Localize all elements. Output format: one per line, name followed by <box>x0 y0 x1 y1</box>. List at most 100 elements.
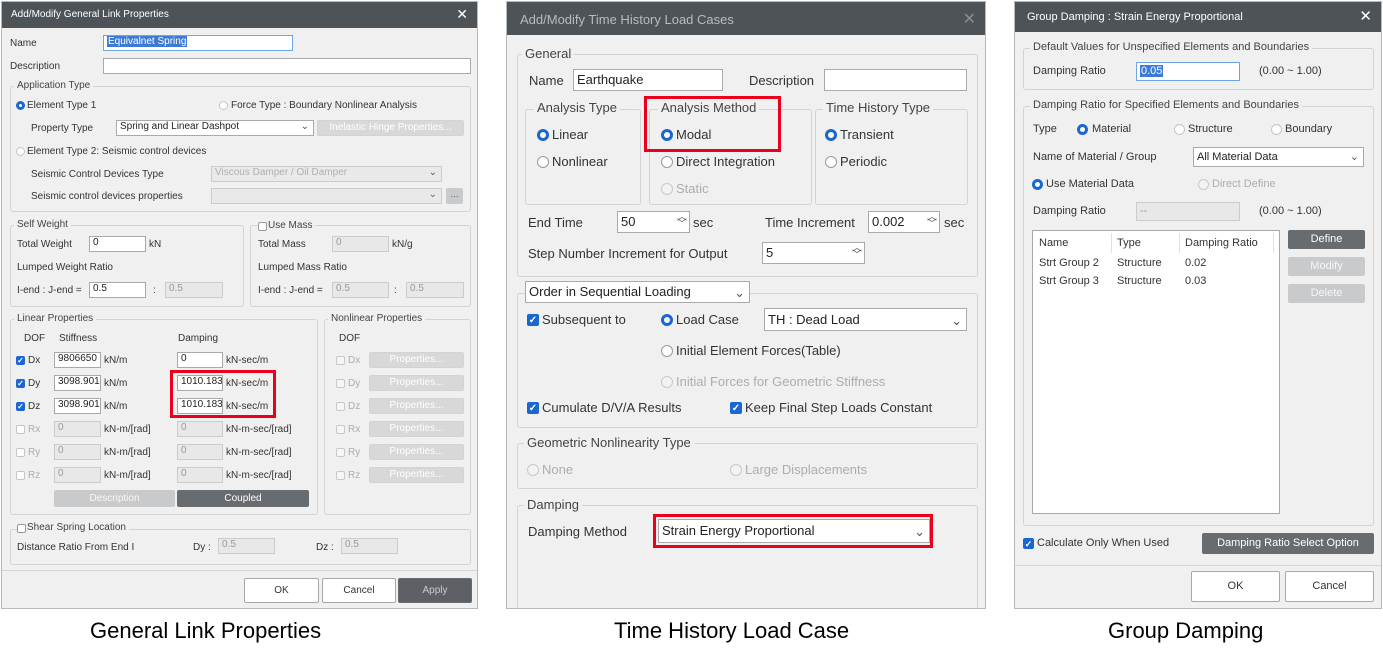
close-icon[interactable]: ✕ <box>963 9 976 29</box>
nl-properties-button[interactable]: Properties... <box>369 421 464 437</box>
large-displacements-radio[interactable] <box>730 464 742 476</box>
coupled-button[interactable]: Coupled <box>177 490 309 507</box>
dof-checkbox[interactable]: ✓ <box>16 402 25 411</box>
load-case-select[interactable]: TH : Dead Load ⌄ <box>764 308 967 331</box>
dof-checkbox[interactable]: ✓ <box>16 379 25 388</box>
cancel-button[interactable]: Cancel <box>322 578 396 603</box>
ok-button[interactable]: OK <box>244 578 319 603</box>
nl-properties-button[interactable]: Properties... <box>369 398 464 414</box>
description-button[interactable]: Description <box>54 490 175 507</box>
keep-final-checkbox[interactable]: ✓ <box>730 402 742 414</box>
initial-geo-radio[interactable] <box>661 376 673 388</box>
description-input[interactable] <box>103 58 471 74</box>
transient-radio[interactable] <box>825 129 837 141</box>
calc-only-checkbox[interactable]: ✓ <box>1023 538 1034 549</box>
apply-button[interactable]: Apply <box>398 578 472 603</box>
dy-input[interactable]: 0.5 <box>218 538 275 554</box>
stiffness-input[interactable]: 0 <box>54 467 101 483</box>
direct-integration-radio[interactable] <box>661 156 673 168</box>
nl-dof-checkbox[interactable] <box>336 425 345 434</box>
list-item-type[interactable]: Structure <box>1117 275 1162 287</box>
property-type-select[interactable]: Spring and Linear Dashpot ⌄ <box>116 120 314 136</box>
damping-input[interactable]: 0 <box>177 421 223 437</box>
stiffness-input[interactable]: 0 <box>54 444 101 460</box>
nl-properties-button[interactable]: Properties... <box>369 467 464 483</box>
dof-checkbox[interactable] <box>16 448 25 457</box>
nl-properties-button[interactable]: Properties... <box>369 375 464 391</box>
periodic-radio[interactable] <box>825 156 837 168</box>
order-sequential-select[interactable]: Order in Sequential Loading ⌄ <box>525 281 750 303</box>
shear-spring-checkbox[interactable] <box>17 524 26 533</box>
load-case-radio[interactable] <box>661 314 673 326</box>
list-item-type[interactable]: Structure <box>1117 257 1162 269</box>
dof-checkbox[interactable] <box>16 425 25 434</box>
nl-dof-checkbox[interactable] <box>336 356 345 365</box>
cancel-button[interactable]: Cancel <box>1285 571 1374 602</box>
use-material-radio[interactable] <box>1032 179 1043 190</box>
mass-iend-input[interactable]: 0.5 <box>332 282 389 298</box>
element-type1-radio[interactable] <box>16 101 25 110</box>
name-input[interactable]: Earthquake <box>573 69 723 91</box>
dof-checkbox[interactable]: ✓ <box>16 356 25 365</box>
scd-type-select[interactable]: Viscous Damper / Oil Damper ⌄ <box>211 166 442 182</box>
direct-define-radio[interactable] <box>1198 179 1209 190</box>
inelastic-hinge-button[interactable]: Inelastic Hinge Properties... <box>317 120 464 136</box>
dz-input[interactable]: 0.5 <box>341 538 398 554</box>
structure-radio[interactable] <box>1174 124 1185 135</box>
initial-element-radio[interactable] <box>661 345 673 357</box>
stiffness-input[interactable]: 0 <box>54 421 101 437</box>
damping-list[interactable]: Name Type Damping Ratio Strt Group 2 Stru… <box>1032 230 1280 514</box>
description-input[interactable] <box>824 69 967 91</box>
element-type2-radio[interactable] <box>16 147 25 156</box>
use-mass-checkbox[interactable] <box>258 222 267 231</box>
nl-dof-checkbox[interactable] <box>336 402 345 411</box>
define-button[interactable]: Define <box>1288 230 1365 249</box>
cumulate-checkbox[interactable]: ✓ <box>527 402 539 414</box>
ok-button[interactable]: OK <box>1191 571 1280 602</box>
time-increment-input[interactable]: 0.002 ︿ ﹀ <box>868 211 940 233</box>
nl-properties-button[interactable]: Properties... <box>369 444 464 460</box>
nl-dof-checkbox[interactable] <box>336 471 345 480</box>
jend-input[interactable]: 0.5 <box>165 282 223 298</box>
nl-properties-button[interactable]: Properties... <box>369 352 464 368</box>
delete-button[interactable]: Delete <box>1288 284 1365 303</box>
static-radio[interactable] <box>661 183 673 195</box>
damping-input[interactable]: 0 <box>177 467 223 483</box>
total-weight-input[interactable]: 0 <box>89 236 146 252</box>
iend-input[interactable]: 0.5 <box>89 282 146 298</box>
close-icon[interactable]: ✕ <box>1359 7 1372 25</box>
mass-jend-input[interactable]: 0.5 <box>406 282 464 298</box>
name-input[interactable]: Equivalnet Spring <box>103 35 293 51</box>
list-item-name[interactable]: Strt Group 2 <box>1039 257 1099 269</box>
list-item-ratio[interactable]: 0.03 <box>1185 275 1206 287</box>
select-option-button[interactable]: Damping Ratio Select Option <box>1202 533 1374 554</box>
stiffness-input[interactable]: 3098.901 <box>54 375 101 391</box>
nonlinear-radio[interactable] <box>537 156 549 168</box>
nl-dof-checkbox[interactable] <box>336 379 345 388</box>
damping-ratio-input[interactable]: 0.05 <box>1136 62 1240 81</box>
total-mass-input[interactable]: 0 <box>332 236 389 252</box>
dof-checkbox[interactable] <box>16 471 25 480</box>
force-type-radio[interactable] <box>219 101 228 110</box>
material-radio[interactable] <box>1077 124 1088 135</box>
boundary-radio[interactable] <box>1271 124 1282 135</box>
scd-props-select[interactable]: ⌄ <box>211 188 442 204</box>
damping-ratio-input-2[interactable]: -- <box>1136 202 1240 221</box>
name-group-select[interactable]: All Material Data ⌄ <box>1193 147 1364 167</box>
element-type2-label: Element Type 2: Seismic control devices <box>27 146 207 157</box>
close-icon[interactable]: ✕ <box>456 6 468 23</box>
scd-ellipsis-button[interactable]: ... <box>446 188 463 204</box>
stiffness-input[interactable]: 3098.901 <box>54 398 101 414</box>
list-item-name[interactable]: Strt Group 3 <box>1039 275 1099 287</box>
none-radio[interactable] <box>527 464 539 476</box>
nl-dof-checkbox[interactable] <box>336 448 345 457</box>
end-time-input[interactable]: 50 ︿ ﹀ <box>617 211 690 233</box>
list-item-ratio[interactable]: 0.02 <box>1185 257 1206 269</box>
damping-input[interactable]: 0 <box>177 444 223 460</box>
step-increment-input[interactable]: 5 ︿ ﹀ <box>762 242 865 264</box>
modify-button[interactable]: Modify <box>1288 257 1365 276</box>
stiffness-input[interactable]: 9806650 <box>54 352 101 368</box>
linear-radio[interactable] <box>537 129 549 141</box>
subsequent-checkbox[interactable]: ✓ <box>527 314 539 326</box>
damping-input[interactable]: 0 <box>177 352 223 368</box>
